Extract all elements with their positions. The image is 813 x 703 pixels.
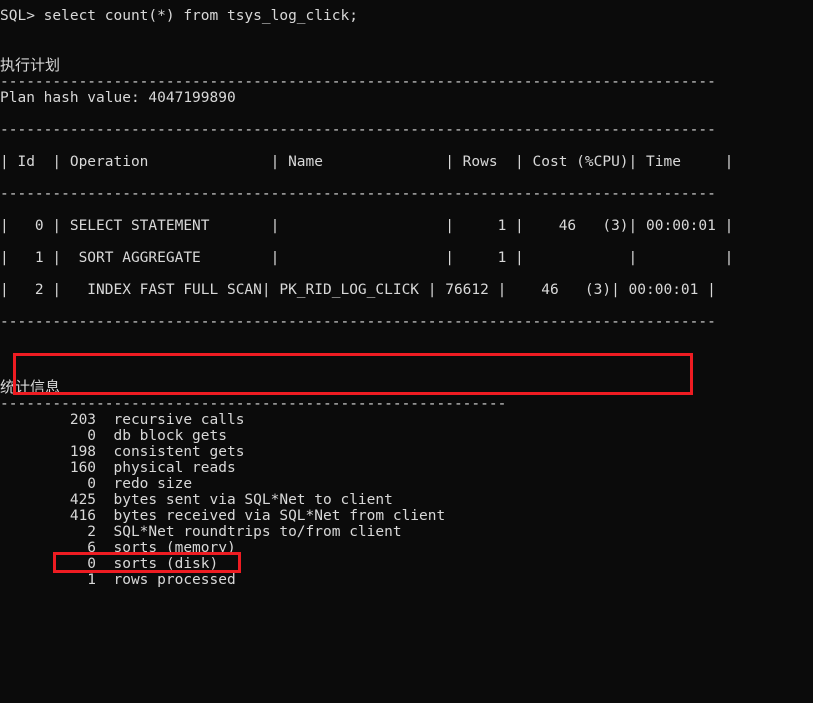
top-padding <box>0 0 813 8</box>
statistics-list: 203 recursive calls 0 db block gets 198 … <box>0 412 813 588</box>
statistics-row: 0 sorts (disk) <box>0 556 219 572</box>
statistics-row: 160 physical reads <box>0 460 236 476</box>
statistics-row: 0 db block gets <box>0 428 227 444</box>
statistics-row: 416 bytes received via SQL*Net from clie… <box>0 508 446 524</box>
plan-table-header-row: | Id | Operation | Name | Rows | Cost (%… <box>0 154 734 170</box>
statistics-row: 425 bytes sent via SQL*Net to client <box>0 492 393 508</box>
statistics-row: 203 recursive calls <box>0 412 245 428</box>
statistics-row: 0 redo size <box>0 476 193 492</box>
plan-table-row-1: | 1 | SORT AGGREGATE | | 1 | | | <box>0 250 734 266</box>
statistics-row: 198 consistent gets <box>0 444 245 460</box>
plan-table-row-2: | 2 | INDEX FAST FULL SCAN| PK_RID_LOG_C… <box>0 282 716 298</box>
plan-separator-middle-bottom: ----------------------------------------… <box>0 186 716 202</box>
statistics-row: 6 sorts (memory) <box>0 540 236 556</box>
terminal-screen[interactable]: SQL> select count(*) from tsys_log_click… <box>0 0 813 703</box>
sql-prompt-line: SQL> select count(*) from tsys_log_click… <box>0 8 358 24</box>
plan-separator-top: ----------------------------------------… <box>0 74 716 90</box>
statistics-row: 2 SQL*Net roundtrips to/from client <box>0 524 402 540</box>
plan-hash-value-line: Plan hash value: 4047199890 <box>0 90 236 106</box>
statistics-heading: 统计信息 <box>0 378 61 396</box>
statistics-separator: ----------------------------------------… <box>0 396 507 412</box>
plan-table-row-0: | 0 | SELECT STATEMENT | | 1 | 46 (3)| 0… <box>0 218 734 234</box>
execution-plan-heading: 执行计划 <box>0 56 61 74</box>
plan-separator-bottom: ----------------------------------------… <box>0 314 716 330</box>
plan-separator-middle-top: ----------------------------------------… <box>0 122 716 138</box>
statistics-row: 1 rows processed <box>0 572 236 588</box>
